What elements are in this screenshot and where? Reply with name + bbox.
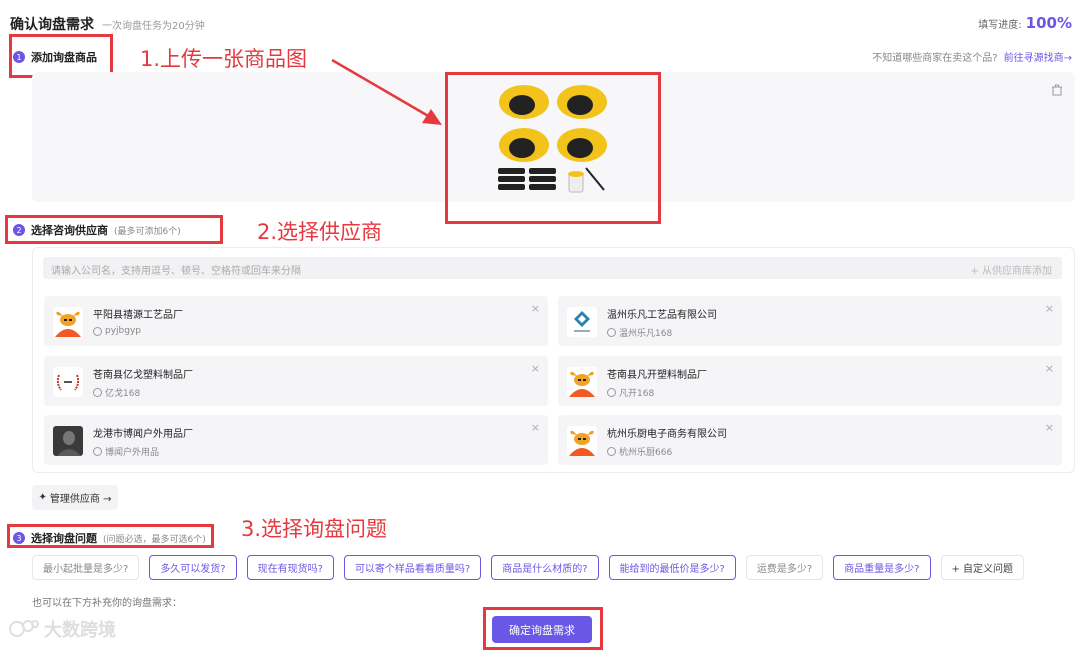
step2-label: 选择咨询供应商	[31, 224, 108, 237]
progress-label: 填写进度:	[978, 20, 1022, 31]
laurel-logo-icon	[53, 367, 83, 397]
progress-value: 100%	[1025, 14, 1072, 32]
photo-avatar-icon	[53, 426, 83, 456]
step1-number: 1	[13, 51, 25, 63]
custom-question-button[interactable]: + 自定义问题	[940, 555, 1025, 580]
page-subtitle: 一次询盘任务为20分钟	[102, 21, 205, 32]
question-options: 最小起批量是多少? 多久可以发货? 现在有现货吗? 可以寄个样品看看质量吗? 商…	[32, 555, 1025, 580]
step2-number: 2	[13, 224, 25, 236]
clock-icon	[607, 447, 616, 456]
annotation-arrow	[331, 58, 442, 125]
remove-supplier-icon[interactable]: ×	[531, 421, 540, 434]
step3-header: 3 选择询盘问题 (问题必选，最多可选6个)	[13, 530, 206, 546]
supplier-name: 苍南县凡开塑料制品厂	[607, 370, 707, 381]
question-chip[interactable]: 商品是什么材质的?	[491, 555, 599, 580]
add-from-library-button[interactable]: + 从供应商库添加	[970, 262, 1052, 277]
question-chip[interactable]: 最小起批量是多少?	[32, 555, 140, 580]
supplier-handle: 博闻户外用品	[93, 445, 159, 458]
supplier-card[interactable]: 杭州乐厨电子商务有限公司 杭州乐厨666 ×	[558, 415, 1062, 465]
sourcing-hint: 不知道哪些商家在卖这个品? 前往寻源找商→	[872, 49, 1072, 64]
question-chip[interactable]: 现在有现货吗?	[246, 555, 334, 580]
step2-note: (最多可添加6个)	[114, 226, 181, 237]
supplier-name: 龙港市博闻户外用品厂	[93, 429, 193, 440]
supplier-handle: 杭州乐厨666	[607, 445, 672, 458]
supplier-card[interactable]: 苍南县凡开塑料制品厂 凡开168 ×	[558, 356, 1062, 406]
fill-progress: 填写进度: 100%	[978, 14, 1072, 32]
remove-supplier-icon[interactable]: ×	[1045, 302, 1054, 315]
annotation-step3: 3.选择询盘问题	[241, 517, 388, 541]
supplier-card[interactable]: 龙港市博闻户外用品厂 博闻户外用品 ×	[44, 415, 548, 465]
remove-supplier-icon[interactable]: ×	[531, 362, 540, 375]
supplier-card[interactable]: 平阳县禧源工艺品厂 pyjbgyp ×	[44, 296, 548, 346]
supplier-card[interactable]: 温州乐凡工艺品有限公司 温州乐凡168 ×	[558, 296, 1062, 346]
sourcing-hint-text: 不知道哪些商家在卖这个品?	[872, 53, 998, 64]
question-chip[interactable]: 能给到的最低价是多少?	[608, 555, 736, 580]
step1-label: 添加询盘商品	[31, 51, 97, 64]
supplier-name: 杭州乐厨电子商务有限公司	[607, 429, 727, 440]
annotation-box-image	[445, 72, 661, 224]
manage-suppliers-label: 管理供应商 →	[49, 494, 112, 505]
step3-note: (问题必选，最多可选6个)	[103, 534, 206, 545]
page-title: 确认询盘需求	[10, 17, 94, 33]
question-chip[interactable]: 商品重量是多少?	[833, 555, 931, 580]
annotation-step2: 2.选择供应商	[257, 220, 383, 244]
clock-icon	[93, 326, 102, 336]
clock-icon	[93, 388, 102, 397]
watermark-logo	[9, 620, 39, 637]
supplier-name: 苍南县亿戈塑料制品厂	[93, 370, 193, 381]
clock-icon	[607, 328, 616, 337]
step3-number: 3	[13, 532, 25, 544]
supplier-handle: 温州乐凡168	[607, 326, 672, 339]
question-chip[interactable]: 多久可以发货?	[149, 555, 237, 580]
supplier-name: 温州乐凡工艺品有限公司	[607, 310, 717, 321]
annotation-step1: 1.上传一张商品图	[140, 47, 308, 71]
question-chip[interactable]: 运费是多少?	[745, 555, 824, 580]
bull-mascot-icon	[53, 307, 83, 337]
clock-icon	[93, 447, 102, 456]
remove-supplier-icon[interactable]: ×	[1045, 421, 1054, 434]
remove-supplier-icon[interactable]: ×	[531, 302, 540, 315]
supplier-handle: 凡开168	[607, 386, 654, 399]
diamond-logo-icon	[567, 307, 597, 337]
watermark-text: 大数跨境	[44, 620, 116, 641]
remove-supplier-icon[interactable]: ×	[1045, 362, 1054, 375]
clock-icon	[607, 388, 616, 397]
supplier-card[interactable]: 苍南县亿戈塑料制品厂 亿戈168 ×	[44, 356, 548, 406]
watermark: 大数跨境	[8, 616, 116, 642]
bull-mascot-icon	[567, 367, 597, 397]
extra-needs-note: 也可以在下方补充你的询盘需求：	[32, 598, 182, 609]
supplier-handle: pyjbgyp	[93, 326, 141, 336]
supplier-handle: 亿戈168	[93, 386, 140, 399]
sourcing-link[interactable]: 前往寻源找商→	[1004, 49, 1072, 64]
bull-mascot-icon	[567, 426, 597, 456]
step2-header: 2 选择咨询供应商 (最多可添加6个)	[13, 222, 181, 238]
manage-suppliers-button[interactable]: ✦ 管理供应商 →	[32, 485, 118, 510]
step1-header: 1 添加询盘商品	[13, 49, 97, 65]
supplier-name: 平阳县禧源工艺品厂	[93, 310, 183, 321]
supplier-search-input[interactable]: 请输入公司名，支持用逗号、顿号、空格符或回车来分隔	[43, 257, 1062, 279]
sparkle-icon: ✦	[38, 492, 47, 503]
question-chip[interactable]: 可以寄个样品看看质量吗?	[343, 555, 482, 580]
step3-label: 选择询盘问题	[31, 532, 97, 545]
confirm-inquiry-button[interactable]: 确定询盘需求	[492, 616, 592, 643]
trash-icon[interactable]	[1051, 84, 1063, 96]
